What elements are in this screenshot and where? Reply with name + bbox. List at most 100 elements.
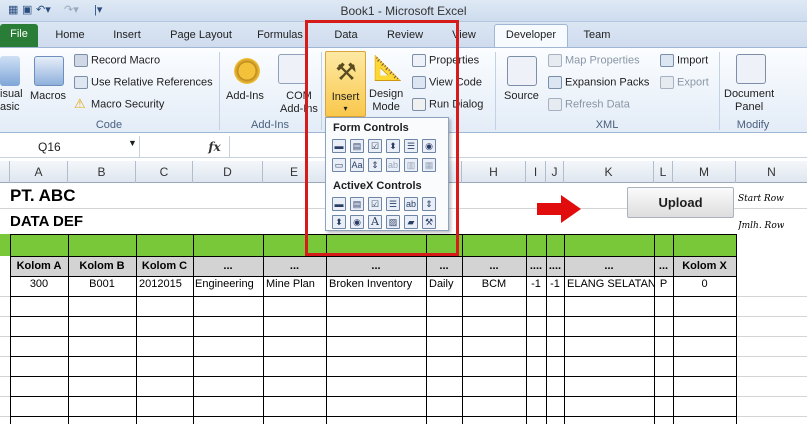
source-button[interactable]: Source — [504, 90, 539, 103]
tab-page-layout[interactable]: Page Layout — [164, 27, 238, 45]
table-cell[interactable]: 300 — [10, 278, 68, 290]
table-cell[interactable]: B001 — [68, 278, 136, 290]
tab-team[interactable]: Team — [578, 27, 616, 45]
table-cell[interactable]: Mine Plan — [266, 278, 326, 290]
macros-icon[interactable] — [34, 56, 64, 86]
column-header[interactable]: E — [263, 161, 326, 183]
table-cell[interactable]: Daily — [429, 278, 462, 290]
column-header[interactable]: D — [193, 161, 263, 183]
checkbox-icon[interactable]: ☑ — [368, 139, 382, 153]
document-panel-icon[interactable] — [736, 54, 766, 84]
table-cell[interactable]: 2012015 — [139, 278, 193, 290]
macros-button[interactable]: Macros — [30, 90, 66, 103]
tab-review[interactable]: Review — [380, 27, 430, 45]
text-field-icon[interactable]: ab — [386, 158, 400, 172]
table-header[interactable]: ... — [564, 256, 654, 276]
add-ins-button[interactable]: Add-Ins — [226, 90, 264, 103]
document-panel-button[interactable]: Document Panel — [724, 88, 774, 114]
table-header[interactable]: ... — [263, 256, 326, 276]
column-header[interactable]: L — [654, 161, 673, 183]
column-header[interactable]: C — [136, 161, 193, 183]
command-button-icon[interactable]: ▬ — [332, 197, 346, 211]
tab-formulas[interactable]: Formulas — [252, 27, 308, 45]
tab-developer[interactable]: Developer — [494, 24, 568, 47]
name-box[interactable]: Q16 — [0, 136, 140, 158]
combo-box-icon[interactable]: ▤ — [350, 139, 364, 153]
table-cell[interactable]: Broken Inventory — [329, 278, 426, 290]
activex-text-box-icon[interactable]: ab — [404, 197, 418, 211]
table-header[interactable]: Kolom A — [10, 256, 68, 276]
run-dialog-button[interactable]: Run Dialog — [412, 98, 483, 111]
add-ins-icon[interactable] — [232, 56, 262, 86]
activex-list-box-icon[interactable]: ☰ — [386, 197, 400, 211]
table-header[interactable]: Kolom X — [673, 256, 736, 276]
table-cell[interactable]: ELANG SELATAN — [567, 278, 654, 290]
activex-combo-box-icon[interactable]: ▤ — [350, 197, 364, 211]
record-macro-button[interactable]: Record Macro — [74, 54, 160, 67]
table-cell[interactable]: BCM — [462, 278, 526, 290]
column-header[interactable]: J — [546, 161, 564, 183]
activex-scroll-bar-icon[interactable]: ⇕ — [422, 197, 436, 211]
column-header[interactable]: K — [564, 161, 654, 183]
visual-basic-button[interactable]: isual asic — [0, 88, 23, 114]
insert-function-button[interactable]: fx — [200, 136, 230, 158]
import-button[interactable]: Import — [660, 54, 708, 67]
table-header[interactable]: ... — [326, 256, 426, 276]
tab-insert[interactable]: Insert — [104, 27, 150, 45]
table-cell[interactable]: P — [654, 278, 673, 290]
data-label[interactable]: DATA DEF — [10, 213, 83, 230]
table-header[interactable]: ... — [193, 256, 263, 276]
design-mode-icon[interactable]: 📐 — [373, 54, 403, 84]
table-header[interactable]: .... — [546, 256, 564, 276]
table-header[interactable]: .... — [526, 256, 546, 276]
source-icon[interactable] — [507, 56, 537, 86]
company-title[interactable]: PT. ABC — [10, 186, 76, 206]
com-add-ins-button[interactable]: COM Add-Ins — [280, 90, 318, 116]
activex-label-icon[interactable]: A — [368, 215, 382, 229]
export-button[interactable]: Export — [660, 76, 709, 89]
table-cell[interactable]: Engineering — [195, 278, 263, 290]
label-icon[interactable]: Aa — [350, 158, 364, 172]
table-header[interactable]: ... — [654, 256, 673, 276]
column-header[interactable]: H — [462, 161, 526, 183]
table-cell[interactable]: -1 — [526, 278, 546, 290]
expansion-packs-button[interactable]: Expansion Packs — [548, 76, 649, 89]
group-box-icon[interactable]: ▭ — [332, 158, 346, 172]
upload-button[interactable]: Upload — [627, 187, 734, 218]
more-controls-icon[interactable]: ⚒ — [422, 215, 436, 229]
visual-basic-icon[interactable] — [0, 56, 20, 86]
spin-button-icon[interactable]: ⬍ — [386, 139, 400, 153]
table-header[interactable]: Kolom B — [68, 256, 136, 276]
column-header[interactable]: B — [68, 161, 136, 183]
map-properties-button[interactable]: Map Properties — [548, 54, 640, 67]
table-cell[interactable]: 0 — [673, 278, 736, 290]
activex-image-icon[interactable]: ▨ — [386, 215, 400, 229]
column-header[interactable]: A — [10, 161, 68, 183]
scroll-bar-icon[interactable]: ⇕ — [368, 158, 382, 172]
com-add-ins-icon[interactable] — [278, 54, 308, 84]
column-header[interactable]: M — [673, 161, 736, 183]
view-code-button[interactable]: View Code — [412, 76, 482, 89]
refresh-data-button[interactable]: Refresh Data — [548, 98, 630, 111]
select-all-corner[interactable] — [0, 161, 10, 183]
combo-list-icon[interactable]: ▥ — [404, 158, 418, 172]
chevron-down-icon[interactable]: ▼ — [128, 138, 137, 148]
tab-data[interactable]: Data — [326, 27, 366, 45]
button-control-icon[interactable]: ▬ — [332, 139, 346, 153]
activex-option-button-icon[interactable]: ◉ — [350, 215, 364, 229]
tab-file[interactable]: File — [0, 24, 38, 47]
table-header[interactable]: ... — [462, 256, 526, 276]
properties-button[interactable]: Properties — [412, 54, 479, 67]
activex-spin-button-icon[interactable]: ⬍ — [332, 215, 346, 229]
table-cell[interactable]: -1 — [546, 278, 564, 290]
activex-checkbox-icon[interactable]: ☑ — [368, 197, 382, 211]
macro-security-button[interactable]: ⚠ Macro Security — [74, 97, 164, 111]
tab-view[interactable]: View — [444, 27, 484, 45]
use-relative-references-button[interactable]: Use Relative References — [74, 76, 213, 89]
activex-toggle-button-icon[interactable]: ▰ — [404, 215, 418, 229]
insert-controls-button[interactable]: ⚒ Insert ▾ — [325, 51, 366, 117]
option-button-icon[interactable]: ◉ — [422, 139, 436, 153]
column-header[interactable]: N — [736, 161, 807, 183]
combo-dropdown-icon[interactable]: ▦ — [422, 158, 436, 172]
column-header[interactable]: I — [526, 161, 546, 183]
